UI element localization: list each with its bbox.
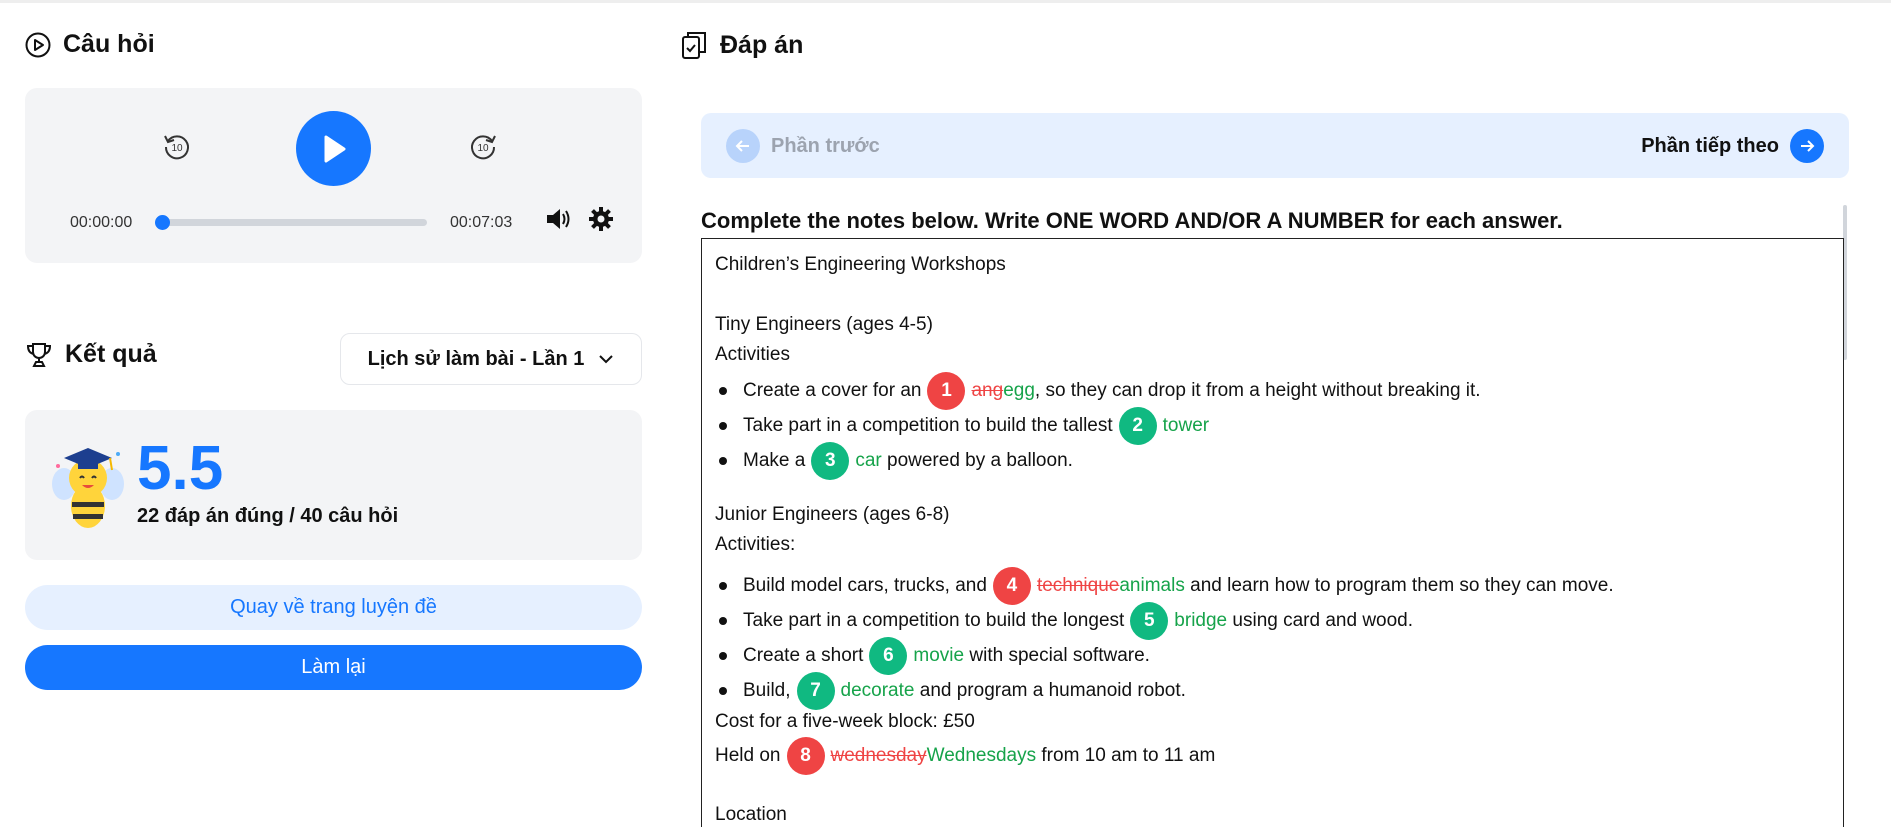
q8-correct-answer: Wednesdays	[926, 745, 1037, 766]
question-badge-3[interactable]: 3	[811, 442, 850, 480]
q7-text-after: and program a humanoid robot.	[919, 680, 1186, 701]
play-button[interactable]	[296, 111, 371, 186]
q7-text-before: Build,	[743, 680, 791, 701]
q3-text-after: powered by a balloon.	[887, 450, 1073, 471]
clipboard-check-icon	[680, 30, 708, 60]
list-item: Take part in a competition to build the …	[715, 602, 1413, 640]
bullet	[719, 617, 727, 625]
back-to-practice-button[interactable]: Quay về trang luyện đề	[25, 585, 642, 630]
score-value: 5.5	[137, 434, 224, 503]
junior-heading: Junior Engineers (ages 6-8)	[715, 504, 950, 525]
play-circle-icon	[25, 32, 51, 58]
list-item: Take part in a competition to build the …	[715, 407, 1209, 445]
arrow-left-icon	[726, 129, 760, 163]
trophy-icon	[25, 341, 53, 369]
bullet	[719, 457, 727, 465]
notes-box: Children’s Engineering Workshops Tiny En…	[701, 238, 1844, 827]
question-badge-6[interactable]: 6	[869, 637, 908, 675]
junior-activities: Activities:	[715, 534, 796, 555]
q5-text-before: Take part in a competition to build the …	[743, 610, 1125, 631]
arrow-right-icon	[1790, 129, 1824, 163]
q5-correct-answer: bridge	[1174, 610, 1228, 631]
question-badge-8[interactable]: 8	[786, 737, 825, 775]
previous-part-label: Phần trước	[771, 134, 880, 157]
result-header: Kết quả	[25, 340, 157, 369]
q6-text-before: Create a short	[743, 645, 864, 666]
answer-header: Đáp án	[680, 30, 803, 60]
previous-part-button[interactable]: Phần trước	[726, 129, 880, 163]
q1-text-before: Create a cover for an	[743, 380, 922, 401]
progress-slider[interactable]	[155, 215, 427, 230]
score-summary: 22 đáp án đúng / 40 câu hỏi	[137, 505, 399, 527]
bee-mascot-icon	[50, 440, 126, 532]
question-badge-1[interactable]: 1	[927, 372, 966, 410]
list-item: Build, 7 decorate and program a humanoid…	[715, 672, 1186, 710]
q7-correct-answer: decorate	[840, 680, 915, 701]
progress-handle[interactable]	[155, 215, 170, 230]
score-card: 5.5 22 đáp án đúng / 40 câu hỏi	[25, 410, 642, 560]
question-title: Câu hỏi	[63, 30, 155, 58]
q1-text-after: , so they can drop it from a height with…	[1034, 380, 1481, 401]
tiny-heading: Tiny Engineers (ages 4-5)	[715, 314, 933, 335]
history-dropdown[interactable]: Lịch sử làm bài - Lần 1	[340, 333, 642, 385]
next-part-label: Phần tiếp theo	[1641, 134, 1779, 157]
question-badge-5[interactable]: 5	[1130, 602, 1169, 640]
q4-text-before: Build model cars, trucks, and	[743, 575, 987, 596]
history-label: Lịch sử làm bài - Lần 1	[367, 347, 585, 370]
tiny-activities: Activities	[715, 344, 790, 365]
play-icon	[320, 134, 348, 164]
list-item: Build model cars, trucks, and 4 techniqu…	[715, 567, 1614, 605]
bullet	[719, 687, 727, 695]
chevron-down-icon	[598, 354, 614, 364]
q3-correct-answer: car	[855, 450, 882, 471]
q3-text-before: Make a	[743, 450, 806, 471]
part-navigation: Phần trước Phần tiếp theo	[701, 113, 1849, 178]
q6-correct-answer: movie	[913, 645, 965, 666]
list-item: Create a short 6 movie with special soft…	[715, 637, 1150, 675]
q4-user-answer: technique	[1036, 575, 1120, 596]
q4-correct-answer: animals	[1119, 575, 1185, 596]
rewind-seconds: 10	[171, 143, 183, 154]
q2-correct-answer: tower	[1162, 415, 1210, 436]
forward-seconds: 10	[477, 143, 489, 154]
notes-heading: Children’s Engineering Workshops	[715, 254, 1006, 275]
bullet	[719, 652, 727, 660]
list-item: Create a cover for an 1 ang egg, so they …	[715, 372, 1481, 410]
total-time: 00:07:03	[450, 214, 513, 231]
cost-line: Cost for a five-week block: £50	[715, 711, 975, 732]
instruction-text: Complete the notes below. Write ONE WORD…	[701, 208, 1563, 233]
held-on-line: Held on 8 wednesday Wednesdays from 10 am…	[715, 737, 1215, 775]
retry-button[interactable]: Làm lại	[25, 645, 642, 690]
forward-10-icon[interactable]: 10	[468, 132, 498, 162]
q8-text-before: Held on	[715, 745, 781, 766]
audio-player: 10 10 00:00:00 00:07:03	[25, 88, 642, 263]
question-header: Câu hỏi	[25, 30, 155, 59]
question-badge-4[interactable]: 4	[992, 567, 1031, 605]
next-part-button[interactable]: Phần tiếp theo	[1641, 129, 1824, 163]
current-time: 00:00:00	[70, 214, 133, 231]
answer-title: Đáp án	[720, 30, 804, 59]
volume-icon[interactable]	[545, 206, 573, 232]
q6-text-after: with special software.	[969, 645, 1150, 666]
q1-correct-answer: egg	[1003, 380, 1035, 401]
location-heading: Location	[715, 804, 787, 825]
bullet	[719, 387, 727, 395]
question-badge-2[interactable]: 2	[1118, 407, 1157, 445]
bullet	[719, 582, 727, 590]
bullet	[719, 422, 727, 430]
top-border	[0, 0, 1891, 3]
rewind-10-icon[interactable]: 10	[162, 132, 192, 162]
gear-icon[interactable]	[588, 206, 614, 232]
list-item: Make a 3 car powered by a balloon.	[715, 442, 1073, 480]
q1-user-answer: ang	[971, 380, 1004, 401]
q4-text-after: and learn how to program them so they ca…	[1190, 575, 1614, 596]
q5-text-after: using card and wood.	[1232, 610, 1414, 631]
question-badge-7[interactable]: 7	[796, 672, 835, 710]
q8-text-after: from 10 am to 11 am	[1041, 745, 1216, 766]
q2-text-before: Take part in a competition to build the …	[743, 415, 1113, 436]
q8-user-answer: wednesday	[830, 745, 927, 766]
result-title: Kết quả	[65, 340, 157, 368]
